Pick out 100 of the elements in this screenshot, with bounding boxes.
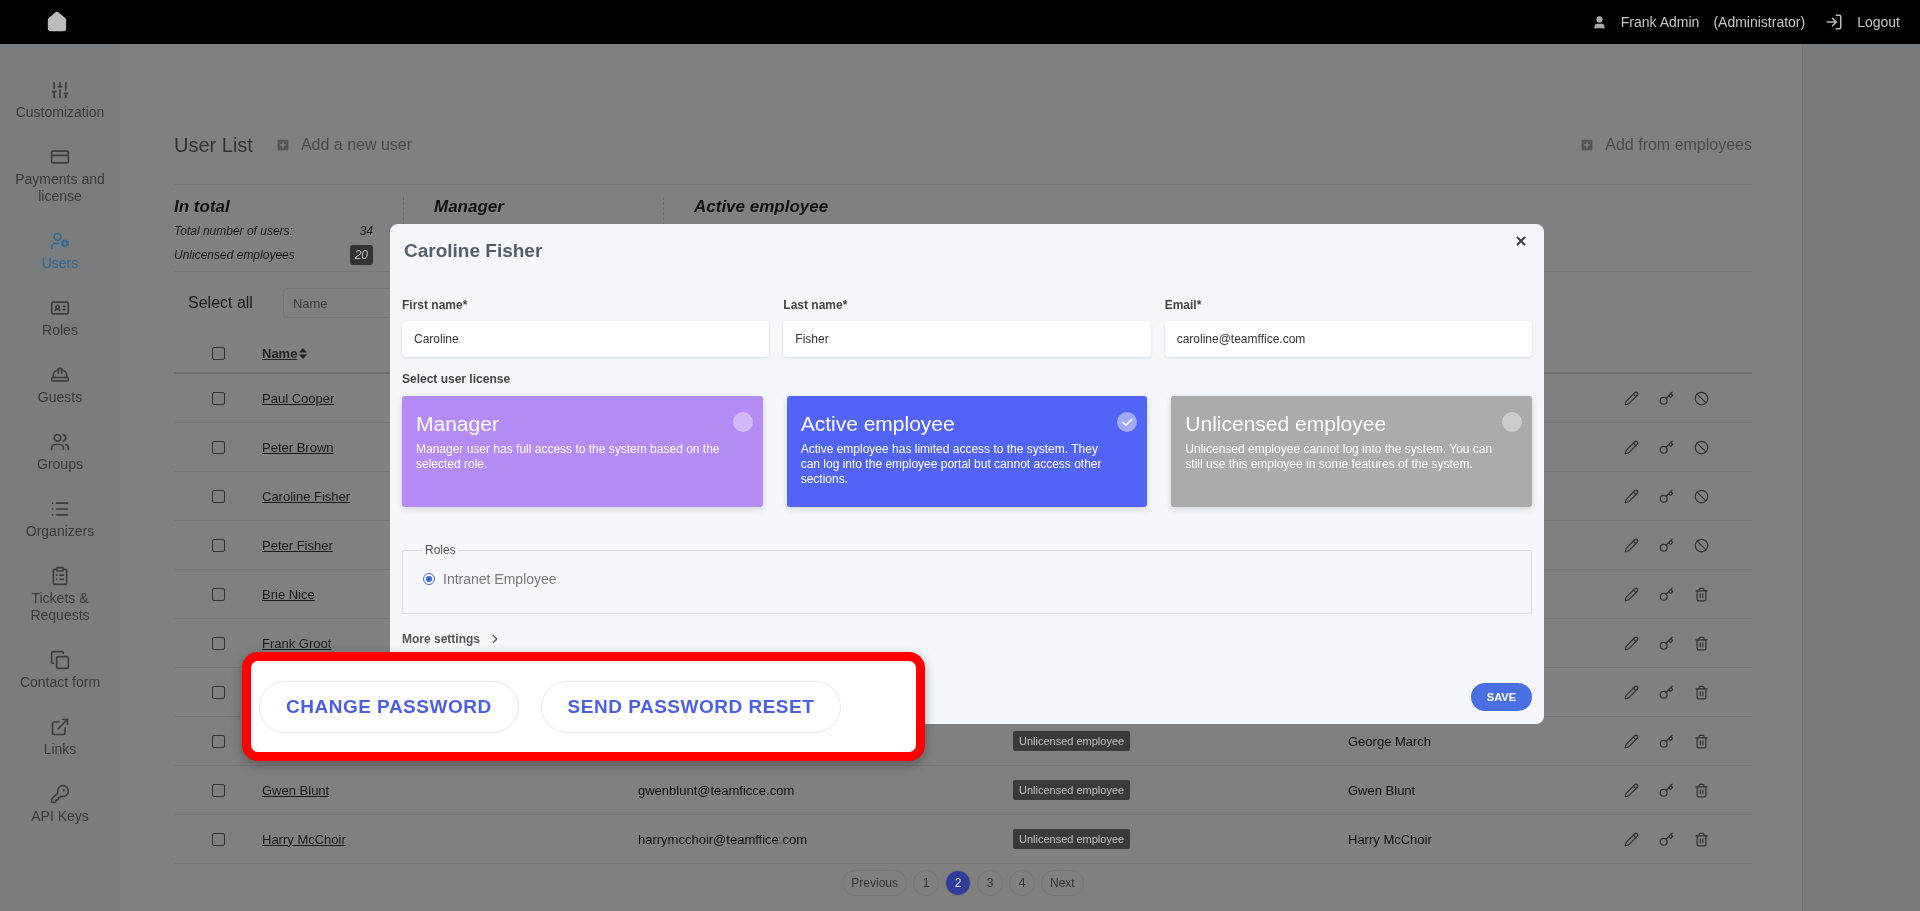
- user-name-link[interactable]: Paul Cooper: [262, 390, 335, 406]
- license-badge: Unlicensed employee: [1013, 731, 1131, 751]
- logout-icon[interactable]: [1825, 13, 1844, 31]
- home-icon[interactable]: [46, 11, 68, 33]
- page-title: User List: [174, 133, 253, 157]
- sidebar-item[interactable]: Links: [14, 741, 106, 758]
- text-field[interactable]: Caroline: [402, 321, 770, 357]
- edit-icon[interactable]: [1624, 831, 1639, 847]
- row-checkbox[interactable]: [211, 440, 225, 454]
- select-all-label[interactable]: Select all: [188, 294, 253, 312]
- edit-icon[interactable]: [1624, 439, 1639, 455]
- license-description: Manager user has full access to the system based on the selected role.: [416, 442, 721, 472]
- sidebar-item[interactable]: Tickets & Requests: [14, 590, 106, 624]
- unchecked-radio[interactable]: [732, 412, 753, 432]
- password-button[interactable]: CHANGE PASSWORD: [259, 680, 519, 733]
- row-checkbox[interactable]: [211, 538, 225, 552]
- sidebar-item[interactable]: Guests: [14, 389, 106, 406]
- row-checkbox[interactable]: [211, 832, 225, 846]
- license-card[interactable]: Active employee Active employee has limited access to the system. They can log into the employee portal but cannot access other sections.: [786, 396, 1148, 507]
- trash-icon[interactable]: [1694, 635, 1709, 651]
- row-checkbox[interactable]: [211, 489, 225, 503]
- user-name-link[interactable]: Caroline Fisher: [262, 488, 351, 504]
- user-name-link[interactable]: Brie Nice: [262, 586, 315, 602]
- key-icon[interactable]: [1659, 488, 1674, 504]
- ban-icon[interactable]: [1694, 488, 1709, 504]
- trash-icon[interactable]: [1694, 733, 1709, 749]
- sidebar-item[interactable]: Payments and license: [14, 171, 106, 205]
- edit-icon[interactable]: [1624, 635, 1639, 651]
- text-field[interactable]: Fisher: [783, 321, 1151, 357]
- row-checkbox[interactable]: [211, 391, 225, 405]
- row-checkbox[interactable]: [211, 636, 225, 650]
- page-button[interactable]: 2: [945, 870, 971, 896]
- logout-link[interactable]: Logout: [1857, 14, 1900, 30]
- row-checkbox[interactable]: [211, 587, 225, 601]
- trash-icon[interactable]: [1694, 684, 1709, 700]
- add-icon: [1579, 137, 1596, 153]
- ban-icon[interactable]: [1694, 439, 1709, 455]
- license-title: Unlicensed employee: [1185, 412, 1387, 436]
- close-icon[interactable]: [1514, 234, 1528, 248]
- text-field[interactable]: caroline@teamffice.com: [1164, 321, 1532, 357]
- key-icon[interactable]: [1659, 537, 1674, 553]
- trash-icon[interactable]: [1694, 831, 1709, 847]
- edit-icon[interactable]: [1624, 684, 1639, 700]
- count-badge: 20: [349, 245, 373, 265]
- list-icon: [50, 499, 70, 519]
- edit-icon[interactable]: [1624, 488, 1639, 504]
- sidebar-item[interactable]: Customization: [14, 104, 106, 121]
- license-card[interactable]: Manager Manager user has full access to the system based on the selected role.: [402, 396, 763, 507]
- sidebar-item[interactable]: Roles: [14, 322, 106, 339]
- edit-icon[interactable]: [1624, 733, 1639, 749]
- sort-icon: [299, 347, 308, 359]
- key-icon[interactable]: [1659, 684, 1674, 700]
- sidebar-item[interactable]: API Keys: [14, 808, 106, 825]
- edit-icon[interactable]: [1624, 586, 1639, 602]
- key-icon[interactable]: [1659, 390, 1674, 406]
- unchecked-radio[interactable]: [1502, 412, 1522, 432]
- row-checkbox[interactable]: [211, 685, 225, 699]
- user-name-link[interactable]: Harry McChoir: [262, 831, 346, 847]
- key-icon[interactable]: [1659, 782, 1674, 798]
- ban-icon[interactable]: [1694, 537, 1709, 553]
- stat-title: In total: [174, 197, 231, 217]
- email-cell: harrymcchoir@teamffice.com: [638, 831, 807, 847]
- role-label: Intranet Employee: [443, 571, 557, 587]
- more-settings-link[interactable]: More settings: [402, 632, 480, 646]
- license-badge: Unlicensed employee: [1013, 780, 1131, 800]
- key-icon[interactable]: [1659, 586, 1674, 602]
- sidebar-item[interactable]: Contact form: [14, 674, 106, 691]
- license-description: Unlicensed employee cannot log into the system. You can still use this employee in some features of the system.: [1185, 442, 1494, 472]
- edit-icon[interactable]: [1624, 782, 1639, 798]
- edit-icon[interactable]: [1624, 537, 1639, 553]
- name-column-header[interactable]: Name: [262, 345, 308, 361]
- row-checkbox[interactable]: [211, 783, 225, 797]
- stat-title: Manager: [434, 197, 506, 217]
- password-button[interactable]: SEND PASSWORD RESET: [540, 680, 842, 733]
- license-title: Manager: [416, 412, 499, 436]
- user-name-link[interactable]: Frank Groot: [262, 635, 332, 651]
- user-name-link[interactable]: Gwen Blunt: [262, 782, 330, 798]
- field-label: First name*: [402, 298, 468, 312]
- trash-icon[interactable]: [1694, 782, 1709, 798]
- full-name-cell: Harry McChoir: [1348, 831, 1432, 847]
- checked-radio[interactable]: [1117, 412, 1138, 432]
- key-icon[interactable]: [1659, 439, 1674, 455]
- user-name-link[interactable]: Peter Brown: [262, 439, 334, 455]
- user-name-link[interactable]: Peter Fisher: [262, 537, 333, 553]
- field-label: Last name*: [783, 298, 848, 312]
- license-card[interactable]: Unlicensed employee Unlicensed employee cannot log into the system. You can still use this employee in some features of the system.: [1171, 396, 1532, 507]
- sidebar-item[interactable]: Organizers: [14, 523, 106, 540]
- key-icon[interactable]: [1659, 733, 1674, 749]
- row-checkbox[interactable]: [211, 734, 225, 748]
- key-icon: [50, 784, 70, 804]
- user-name: Frank Admin: [1620, 14, 1700, 30]
- select-all-checkbox[interactable]: [211, 346, 225, 360]
- key-icon[interactable]: [1659, 635, 1674, 651]
- ban-icon[interactable]: [1694, 390, 1709, 406]
- key-icon[interactable]: [1659, 831, 1674, 847]
- trash-icon[interactable]: [1694, 586, 1709, 602]
- sidebar-item[interactable]: Groups: [14, 456, 106, 473]
- save-button[interactable]: SAVE: [1470, 683, 1532, 711]
- edit-icon[interactable]: [1624, 390, 1639, 406]
- id-card-icon: [50, 298, 70, 318]
